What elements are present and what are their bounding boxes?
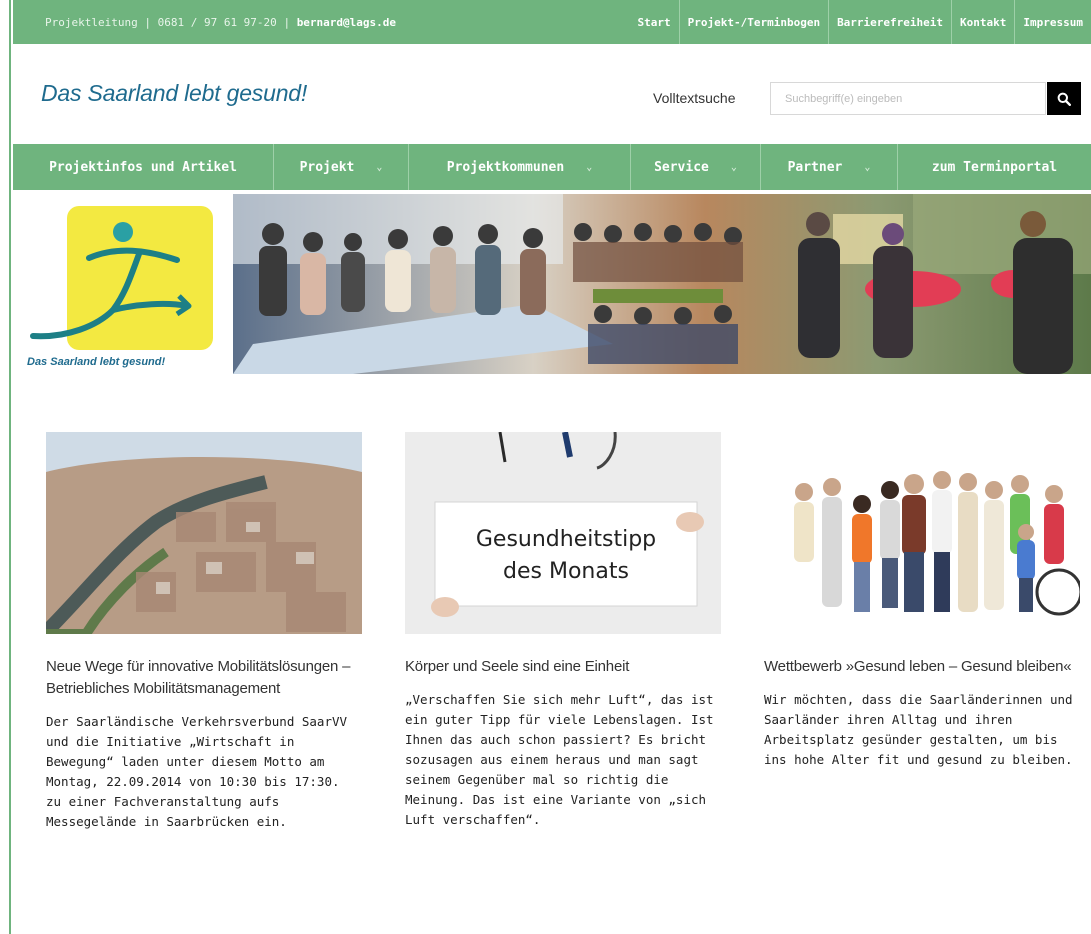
teaser-title[interactable]: Neue Wege für innovative Mobilitätslösun… — [46, 656, 362, 700]
chevron-down-icon: ⌄ — [864, 161, 871, 173]
main-nav-label: zum Terminportal — [931, 159, 1058, 175]
city-aerial-illustration — [46, 432, 362, 634]
top-nav-barrierefreiheit[interactable]: Barrierefreiheit — [828, 0, 951, 44]
teaser-card-mobility: Neue Wege für innovative Mobilitätslösun… — [46, 432, 362, 832]
top-nav-impressum[interactable]: Impressum — [1014, 0, 1091, 44]
chevron-down-icon: ⌄ — [376, 161, 383, 173]
separator: | — [144, 15, 158, 29]
top-nav-terminbogen[interactable]: Projekt-/Terminbogen — [678, 0, 828, 44]
main-nav-projekt[interactable]: Projekt ⌄ — [273, 144, 408, 190]
search-input[interactable] — [770, 82, 1046, 115]
main-nav-service[interactable]: Service ⌄ — [630, 144, 760, 190]
teaser-title[interactable]: Wettbewerb »Gesund leben – Gesund bleibe… — [764, 656, 1080, 678]
teaser-title[interactable]: Körper und Seele sind eine Einheit — [405, 656, 721, 678]
hero-banner: Das Saarland lebt gesund! — [13, 194, 1091, 378]
top-nav-start[interactable]: Start — [629, 0, 678, 44]
teaser-text: „Verschaffen Sie sich mehr Luft“, das is… — [405, 692, 714, 827]
main-nav-terminportal[interactable]: zum Terminportal — [897, 144, 1091, 190]
separator: | — [283, 15, 297, 29]
main-nav-projektinfos[interactable]: Projektinfos und Artikel — [13, 144, 273, 190]
top-nav: Start Projekt-/Terminbogen Barrierefreih… — [629, 0, 1091, 44]
campaign-logo[interactable]: Das Saarland lebt gesund! — [27, 206, 213, 368]
health-tip-image-text-line1: Gesundheitstipp — [475, 527, 657, 552]
teaser-card-competition: Wettbewerb »Gesund leben – Gesund bleibe… — [764, 432, 1080, 770]
contact-info: Projektleitung | 0681 / 97 61 97-20 | be… — [13, 16, 629, 29]
search-button[interactable] — [1047, 82, 1081, 115]
main-nav-label: Projektkommunen — [446, 159, 565, 175]
teaser-card-health-tip: Gesundheitstipp des Monats Körper und Se… — [405, 432, 721, 830]
city-aerial-photo[interactable] — [46, 432, 362, 634]
contact-label: Projektleitung — [45, 15, 138, 29]
site-brand-link[interactable]: Das Saarland lebt gesund! — [41, 80, 307, 107]
main-nav: Projektinfos und Artikel Projekt ⌄ Proje… — [13, 144, 1091, 190]
people-group-photo[interactable] — [764, 432, 1080, 634]
contact-phone: 0681 / 97 61 97-20 — [157, 15, 277, 29]
page-left-border — [0, 0, 11, 934]
main-nav-projektkommunen[interactable]: Projektkommunen ⌄ — [408, 144, 630, 190]
teaser-text: Der Saarländische Verkehrsverbund SaarVV… — [46, 714, 348, 829]
top-nav-kontakt[interactable]: Kontakt — [951, 0, 1014, 44]
chevron-down-icon: ⌄ — [586, 161, 593, 173]
search-label: Volltextsuche — [653, 90, 736, 106]
main-nav-partner[interactable]: Partner ⌄ — [760, 144, 897, 190]
main-nav-label: Projekt — [299, 159, 355, 175]
people-group-illustration — [764, 432, 1080, 634]
hero-photo — [233, 194, 1091, 374]
main-nav-label: Projektinfos und Artikel — [49, 159, 237, 175]
search-icon — [1057, 92, 1071, 106]
hero-photo-illustration — [233, 194, 1091, 374]
site-header: Das Saarland lebt gesund! Volltextsuche — [13, 44, 1091, 144]
teaser-text: Wir möchten, dass die Saarländerinnen un… — [764, 692, 1073, 767]
chevron-down-icon: ⌄ — [730, 161, 737, 173]
page: Projektleitung | 0681 / 97 61 97-20 | be… — [13, 0, 1091, 934]
top-bar: Projektleitung | 0681 / 97 61 97-20 | be… — [13, 0, 1091, 44]
logo-caption: Das Saarland lebt gesund! — [27, 356, 166, 368]
main-nav-label: Service — [654, 159, 709, 175]
running-figure-icon — [30, 222, 192, 340]
health-tip-photo[interactable]: Gesundheitstipp des Monats — [405, 432, 721, 634]
contact-email-link[interactable]: bernard@lags.de — [297, 16, 396, 29]
main-nav-label: Partner — [787, 159, 843, 175]
health-tip-image-text-line2: des Monats — [503, 559, 629, 584]
